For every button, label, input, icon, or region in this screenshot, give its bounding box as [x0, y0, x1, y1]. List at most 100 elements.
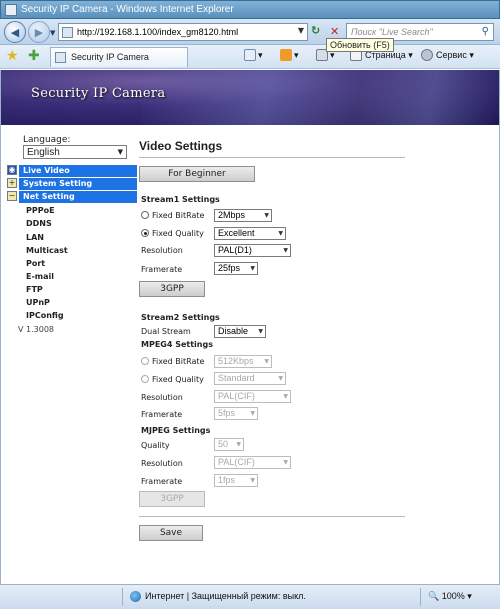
firmware-version: V 1.3008	[18, 325, 55, 334]
mjpeg-resolution-select[interactable]: PAL(CIF) ▼	[214, 456, 291, 469]
stream1-bitrate-select[interactable]: 2Mbps ▼	[214, 209, 272, 222]
plus-icon[interactable]: +	[7, 178, 17, 188]
sidebar-item-live-video[interactable]: Live Video	[19, 165, 137, 177]
radio-button[interactable]	[141, 357, 149, 365]
select-value: 25fps	[218, 263, 241, 273]
home-dropdown-icon[interactable]: ▾	[258, 50, 263, 61]
sidebar-subitem-email[interactable]: E-mail	[26, 272, 54, 281]
sidebar-subitem-ftp[interactable]: FTP	[26, 285, 43, 294]
chevron-down-icon: ▼	[278, 230, 283, 237]
select-value: 512Kbps	[218, 356, 254, 366]
sidebar-subitem-pppoe[interactable]: PPPoE	[26, 206, 55, 215]
mpeg4-heading: MPEG4 Settings	[141, 340, 213, 349]
sidebar-subitem-port[interactable]: Port	[26, 259, 45, 268]
dual-stream-label: Dual Stream	[141, 327, 191, 336]
tools-menu[interactable]: Сервис ▾	[436, 50, 474, 61]
mjpeg-heading: MJPEG Settings	[141, 426, 211, 435]
forward-button[interactable]: ▶	[28, 21, 50, 43]
stream1-fixed-quality-option[interactable]: Fixed Quality	[141, 229, 204, 238]
mpeg4-framerate-label: Framerate	[141, 410, 183, 419]
header-banner: Security IP Camera	[1, 70, 499, 125]
mpeg4-fixed-bitrate-option[interactable]: Fixed BitRate	[141, 357, 204, 366]
stream1-framerate-label: Framerate	[141, 265, 183, 274]
ie-page-icon	[5, 4, 17, 16]
stream1-resolution-select[interactable]: PAL(D1) ▼	[214, 244, 291, 257]
globe-icon	[130, 591, 141, 602]
feed-dropdown-icon[interactable]: ▾	[294, 50, 299, 61]
banner-decoration	[141, 70, 499, 125]
mpeg4-bitrate-select[interactable]: 512Kbps ▼	[214, 355, 272, 368]
arrow-left-icon: ◀	[10, 25, 20, 39]
gear-icon[interactable]	[421, 49, 433, 61]
mjpeg-quality-select[interactable]: 50 ▼	[214, 438, 244, 451]
sidebar-subitem-upnp[interactable]: UPnP	[26, 298, 50, 307]
stream1-heading: Stream1 Settings	[141, 195, 220, 204]
chevron-down-icon: ▼	[283, 393, 288, 400]
refresh-tooltip: Обновить (F5)	[326, 38, 394, 52]
tab-security-ip-camera[interactable]: Security IP Camera	[50, 47, 188, 67]
minus-icon[interactable]: −	[7, 191, 17, 201]
stream1-resolution-label: Resolution	[141, 246, 183, 255]
title-divider	[139, 157, 405, 158]
footer-divider	[139, 516, 405, 517]
tab-label: Security IP Camera	[71, 52, 149, 62]
stop-button[interactable]: ✕	[330, 25, 342, 39]
stream2-3gpp-button[interactable]: 3GPP	[139, 491, 205, 507]
search-icon[interactable]: ⚲	[482, 26, 489, 37]
dual-stream-select[interactable]: Disable ▼	[214, 325, 266, 338]
address-toolbar: ◀ ▶ ▼ http://192.168.1.100/index_gm8120.…	[0, 19, 500, 45]
sidebar-item-label: Net Setting	[23, 192, 75, 201]
save-button[interactable]: Save	[139, 525, 203, 541]
sidebar-subitem-multicast[interactable]: Multicast	[26, 246, 68, 255]
history-dropdown-icon[interactable]: ▼	[50, 29, 55, 37]
stream1-3gpp-button[interactable]: 3GPP	[139, 281, 205, 297]
zoom-level: 100%	[441, 591, 465, 601]
stream1-fixed-bitrate-option[interactable]: Fixed BitRate	[141, 211, 204, 220]
chevron-down-icon[interactable]: ▼	[298, 26, 304, 35]
stream1-quality-select[interactable]: Excellent ▼	[214, 227, 286, 240]
mpeg4-quality-select[interactable]: Standard ▼	[214, 372, 286, 385]
radio-button-selected[interactable]	[141, 229, 149, 237]
radio-label: Fixed BitRate	[152, 357, 205, 366]
radio-button[interactable]	[141, 375, 149, 383]
sidebar-item-system-setting[interactable]: System Setting	[19, 178, 137, 190]
radio-label: Fixed BitRate	[152, 211, 205, 220]
security-zone-text: Интернет | Защищенный режим: выкл.	[145, 591, 306, 601]
zoom-control[interactable]: 🔍 100% ▾	[428, 591, 472, 602]
rss-feed-icon[interactable]	[280, 49, 292, 61]
radio-button[interactable]	[141, 211, 149, 219]
refresh-button[interactable]: ↻	[311, 24, 325, 40]
window-titlebar: Security IP Camera - Windows Internet Ex…	[0, 0, 500, 19]
radio-label: Fixed Quality	[152, 375, 204, 384]
stream1-framerate-select[interactable]: 25fps ▼	[214, 262, 258, 275]
select-value: Disable	[218, 326, 249, 336]
address-bar[interactable]: http://192.168.1.100/index_gm8120.html ▼	[58, 23, 308, 41]
web-page: Security IP Camera Language: English ▼ ◉…	[0, 70, 500, 584]
mpeg4-resolution-label: Resolution	[141, 393, 183, 402]
sidebar-subitem-ipconfig[interactable]: IPConfig	[26, 311, 64, 320]
camera-icon: ◉	[7, 165, 17, 175]
sidebar-item-net-setting[interactable]: Net Setting	[19, 191, 137, 203]
select-value: Excellent	[218, 228, 255, 238]
select-value: PAL(D1)	[218, 245, 252, 255]
select-value: 50	[218, 439, 229, 449]
close-icon: ✕	[330, 25, 340, 38]
for-beginner-button[interactable]: For Beginner	[139, 166, 255, 182]
back-button[interactable]: ◀	[4, 21, 26, 43]
mpeg4-fixed-quality-option[interactable]: Fixed Quality	[141, 375, 204, 384]
favorites-star-icon[interactable]: ★	[6, 48, 19, 64]
select-value: 5fps	[218, 408, 236, 418]
status-bar: Интернет | Защищенный режим: выкл. 🔍 100…	[0, 584, 500, 609]
command-bar: ★ ✚ Security IP Camera ▾ ▾ ▾ Страница ▾ …	[0, 45, 500, 69]
mpeg4-framerate-select[interactable]: 5fps ▼	[214, 407, 258, 420]
sidebar-subitem-lan[interactable]: LAN	[26, 233, 44, 242]
language-select[interactable]: English ▼	[23, 145, 127, 159]
chevron-down-icon: ▼	[250, 265, 255, 272]
mjpeg-framerate-select[interactable]: 1fps ▼	[214, 474, 258, 487]
address-input[interactable]: http://192.168.1.100/index_gm8120.html	[77, 27, 238, 37]
add-favorite-icon[interactable]: ✚	[28, 48, 40, 64]
home-icon[interactable]	[244, 49, 256, 61]
select-value: PAL(CIF)	[218, 391, 255, 401]
mpeg4-resolution-select[interactable]: PAL(CIF) ▼	[214, 390, 291, 403]
sidebar-subitem-ddns[interactable]: DDNS	[26, 219, 52, 228]
